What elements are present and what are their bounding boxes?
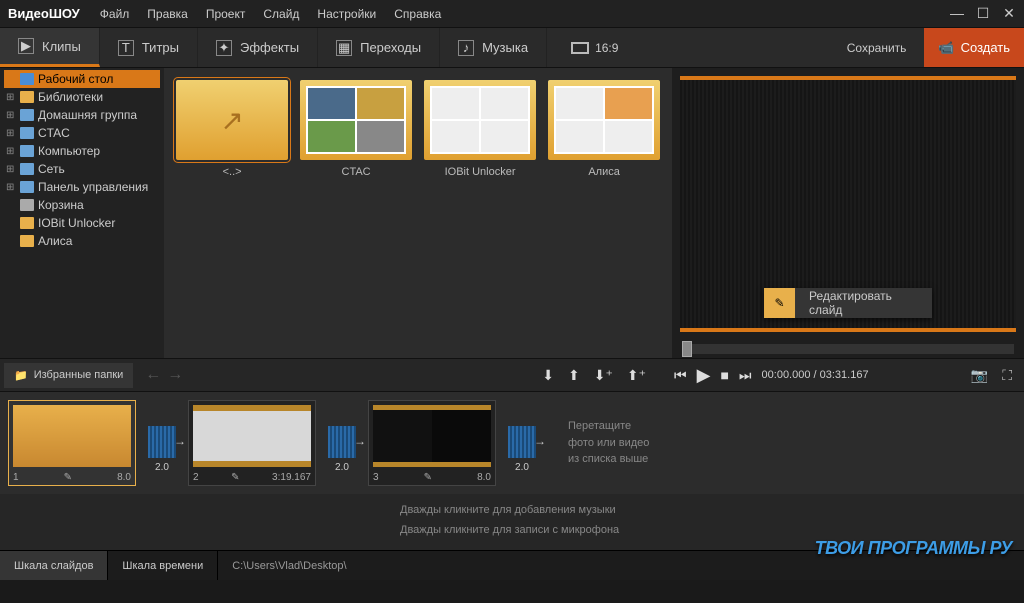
text-icon: T	[118, 40, 134, 56]
tab-transitions[interactable]: ▦Переходы	[318, 28, 440, 67]
edit-icon[interactable]: ✎	[64, 472, 72, 483]
thumb-alice[interactable]: Алиса	[548, 80, 660, 178]
computer-icon	[20, 145, 34, 157]
edit-slide-button[interactable]: ✎ Редактировать слайд	[764, 288, 932, 318]
next-button[interactable]: ⏭	[739, 367, 752, 384]
user-icon	[20, 127, 34, 139]
folder-icon	[20, 235, 34, 247]
maximize-button[interactable]: ☐	[976, 5, 990, 22]
transition-1[interactable]: 2.0	[142, 413, 182, 473]
music-track-hint[interactable]: Дважды кликните для добавления музыки	[400, 500, 1024, 520]
wand-icon: ✦	[216, 40, 232, 56]
menu-slide[interactable]: Слайд	[255, 3, 307, 25]
desktop-icon	[20, 73, 34, 85]
tree-alice[interactable]: Алиса	[4, 232, 160, 250]
tree-iobit[interactable]: IOBit Unlocker	[4, 214, 160, 232]
snapshot-button[interactable]: 📷	[971, 367, 988, 384]
timecode: 00:00.000 / 03:31.167	[762, 369, 869, 381]
folder-icon	[20, 91, 34, 103]
nav-back[interactable]: ←	[145, 366, 161, 384]
window-controls: — ☐ ✕	[950, 5, 1016, 22]
play-icon: ▶	[18, 38, 34, 54]
close-button[interactable]: ✕	[1002, 5, 1016, 22]
up-arrow-icon: ↗	[220, 104, 243, 137]
save-button[interactable]: Сохранить	[829, 28, 925, 67]
thumb-ctac[interactable]: CTAC	[300, 80, 412, 178]
prev-button[interactable]: ⏮	[674, 367, 687, 384]
app-logo: ВидеоШОУ	[8, 6, 80, 21]
network-icon	[20, 163, 34, 175]
menu-file[interactable]: Файл	[92, 3, 138, 25]
film-icon: ▦	[336, 40, 352, 56]
tree-homegroup[interactable]: ⊞Домашняя группа	[4, 106, 160, 124]
favorites-button[interactable]: 📁Избранные папки	[4, 363, 133, 388]
tree-computer[interactable]: ⊞Компьютер	[4, 142, 160, 160]
import-multi-up-icon[interactable]: ⬆⁺	[627, 367, 646, 384]
import-multi-down-icon[interactable]: ⬇⁺	[594, 367, 613, 384]
folder-icon	[20, 217, 34, 229]
preview-canvas: ✎ Редактировать слайд	[680, 76, 1016, 332]
fullscreen-button[interactable]: ⛶	[1002, 367, 1012, 384]
slide-1[interactable]: 1✎8.0	[8, 400, 136, 486]
create-button[interactable]: 📹Создать	[924, 28, 1024, 67]
slide-3[interactable]: 3✎8.0	[368, 400, 496, 486]
transition-icon	[328, 426, 356, 458]
camera-icon: 📹	[938, 40, 954, 56]
edit-icon[interactable]: ✎	[424, 472, 432, 483]
menu-settings[interactable]: Настройки	[309, 3, 384, 25]
main-menu: Файл Правка Проект Слайд Настройки Справ…	[92, 3, 450, 25]
pencil-icon: ✎	[764, 288, 795, 318]
tree-desktop[interactable]: Рабочий стол	[4, 70, 160, 88]
seek-knob[interactable]	[682, 341, 692, 357]
slide-2[interactable]: 2✎3:19.167	[188, 400, 316, 486]
preview-panel: ✎ Редактировать слайд	[672, 68, 1024, 358]
play-button[interactable]: ▶	[697, 365, 711, 386]
import-up-icon[interactable]: ⬆	[568, 367, 580, 384]
browser-toolbar: 📁Избранные папки ← → ⬇ ⬆ ⬇⁺ ⬆⁺	[0, 358, 670, 392]
aspect-ratio[interactable]: 16:9	[557, 28, 632, 67]
timeline-hint: Перетащите фото или видео из списка выше	[568, 418, 649, 468]
tree-network[interactable]: ⊞Сеть	[4, 160, 160, 178]
timeline: 1✎8.0 2.0 2✎3:19.167 2.0 3✎8.0 2.0 Перет…	[0, 392, 1024, 494]
import-down-icon[interactable]: ⬇	[542, 367, 554, 384]
seek-bar[interactable]	[682, 344, 1014, 354]
tab-clips[interactable]: ▶Клипы	[0, 28, 100, 67]
music-icon: ♪	[458, 40, 474, 56]
tree-ctac[interactable]: ⊞CTAC	[4, 124, 160, 142]
menu-project[interactable]: Проект	[198, 3, 254, 25]
control-icon	[20, 181, 34, 193]
file-browser: ↗ <..> CTAC IOBit Unlocker Алиса	[164, 68, 672, 358]
top-tabbar: ▶Клипы TТитры ✦Эффекты ▦Переходы ♪Музыка…	[0, 28, 1024, 68]
transition-2[interactable]: 2.0	[322, 413, 362, 473]
folder-tree: Рабочий стол ⊞Библиотеки ⊞Домашняя групп…	[0, 68, 164, 358]
tab-slide-scale[interactable]: Шкала слайдов	[0, 551, 108, 580]
current-path: C:\Users\Vlad\Desktop\	[218, 551, 360, 580]
watermark: ТВОИ ПРОГРАММЫ РУ	[815, 538, 1012, 559]
mic-track-hint[interactable]: Дважды кликните для записи с микрофона	[400, 520, 1024, 540]
trash-icon	[20, 199, 34, 211]
stop-button[interactable]: ■	[720, 367, 728, 383]
minimize-button[interactable]: —	[950, 5, 964, 22]
tree-control-panel[interactable]: ⊞Панель управления	[4, 178, 160, 196]
thumb-iobit[interactable]: IOBit Unlocker	[424, 80, 536, 178]
menu-edit[interactable]: Правка	[139, 3, 196, 25]
nav-forward[interactable]: →	[167, 366, 183, 384]
transition-3[interactable]: 2.0	[502, 413, 542, 473]
transition-icon	[508, 426, 536, 458]
folder-star-icon: 📁	[14, 369, 28, 382]
edit-icon[interactable]: ✎	[231, 472, 239, 483]
tree-trash[interactable]: Корзина	[4, 196, 160, 214]
tab-titles[interactable]: TТитры	[100, 28, 198, 67]
tab-time-scale[interactable]: Шкала времени	[108, 551, 218, 580]
tab-music[interactable]: ♪Музыка	[440, 28, 547, 67]
tab-effects[interactable]: ✦Эффекты	[198, 28, 318, 67]
menu-help[interactable]: Справка	[386, 3, 449, 25]
tree-libraries[interactable]: ⊞Библиотеки	[4, 88, 160, 106]
transition-icon	[148, 426, 176, 458]
playback-toolbar: ⏮ ▶ ■ ⏭ 00:00.000 / 03:31.167 📷 ⛶	[670, 358, 1024, 392]
thumb-up[interactable]: ↗ <..>	[176, 80, 288, 178]
homegroup-icon	[20, 109, 34, 121]
titlebar: ВидеоШОУ Файл Правка Проект Слайд Настро…	[0, 0, 1024, 28]
aspect-icon	[571, 42, 589, 54]
